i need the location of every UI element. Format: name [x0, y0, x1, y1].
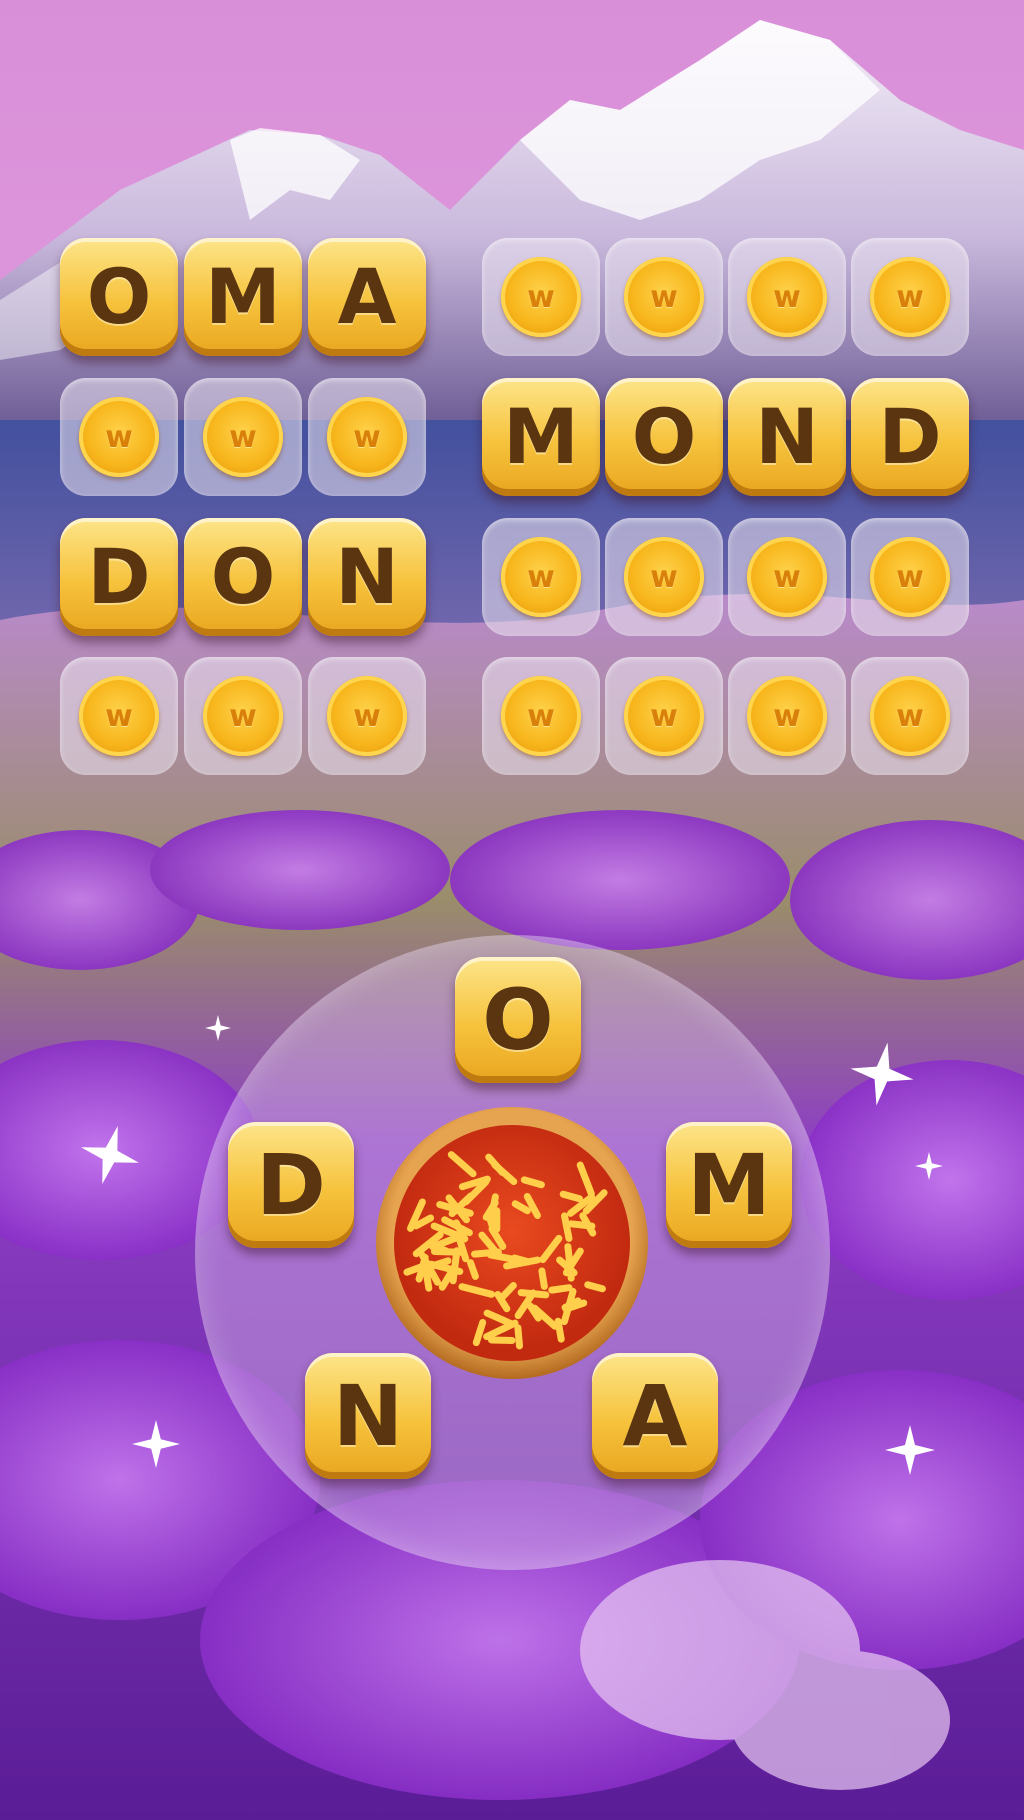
coin-icon: w [327, 676, 407, 756]
letter-tile: M [184, 238, 302, 356]
letter-tile: N [308, 518, 426, 636]
coin-icon: w [501, 537, 581, 617]
coin-label: w [650, 559, 678, 595]
coin-label: w [896, 559, 924, 595]
coin-icon: w [747, 537, 827, 617]
letter-tile: D [60, 518, 178, 636]
hidden-letter-slot: w [482, 657, 600, 775]
wheel-letter-label: D [256, 1136, 326, 1234]
coin-icon: w [870, 537, 950, 617]
sparkle-icon [132, 1420, 180, 1468]
wheel-letter-a[interactable]: A [592, 1353, 718, 1479]
coin-label: w [229, 419, 257, 455]
wheel-letter-n[interactable]: N [305, 1353, 431, 1479]
letter-tile: O [184, 518, 302, 636]
wheel-letter-label: O [482, 971, 554, 1069]
coin-label: w [527, 698, 555, 734]
tile-letter: D [878, 392, 942, 481]
tile-letter: A [337, 252, 397, 341]
letter-tile: A [308, 238, 426, 356]
letter-tile: O [60, 238, 178, 356]
coin-label: w [773, 559, 801, 595]
hidden-letter-slot: w [728, 238, 846, 356]
letter-tile: D [851, 378, 969, 496]
sparkle-icon [850, 1042, 914, 1106]
coin-label: w [527, 279, 555, 315]
letter-tile: O [605, 378, 723, 496]
letter-tile: M [482, 378, 600, 496]
hidden-letter-slot: w [851, 238, 969, 356]
coin-label: w [353, 419, 381, 455]
hidden-letter-slot: w [184, 378, 302, 496]
coin-icon: w [747, 257, 827, 337]
coin-icon: w [501, 257, 581, 337]
hidden-letter-slot: w [851, 657, 969, 775]
coin-icon: w [624, 257, 704, 337]
coin-label: w [105, 698, 133, 734]
coin-label: w [650, 279, 678, 315]
hidden-letter-slot: w [60, 657, 178, 775]
coin-label: w [650, 698, 678, 734]
hidden-letter-slot: w [308, 378, 426, 496]
wheel-letter-label: M [687, 1136, 771, 1234]
wheel-letter-d[interactable]: D [228, 1122, 354, 1248]
coin-icon: w [624, 537, 704, 617]
hidden-letter-slot: w [605, 518, 723, 636]
tile-letter: N [755, 392, 819, 481]
coin-label: w [773, 698, 801, 734]
coin-label: w [896, 279, 924, 315]
coin-label: w [229, 698, 257, 734]
coin-icon: w [203, 397, 283, 477]
coin-icon: w [870, 257, 950, 337]
hidden-letter-slot: w [605, 657, 723, 775]
hidden-letter-slot: w [728, 518, 846, 636]
tile-letter: M [205, 252, 281, 341]
tile-letter: O [631, 392, 697, 481]
coin-label: w [773, 279, 801, 315]
tile-letter: O [210, 532, 276, 621]
tile-letter: N [335, 532, 399, 621]
coin-icon: w [624, 676, 704, 756]
sparkle-icon [205, 1015, 231, 1041]
wheel-letter-label: A [622, 1367, 688, 1465]
coin-label: w [105, 419, 133, 455]
coin-label: w [527, 559, 555, 595]
coin-icon: w [79, 676, 159, 756]
hidden-letter-slot: w [184, 657, 302, 775]
hidden-letter-slot: w [728, 657, 846, 775]
tile-letter: D [87, 532, 151, 621]
letter-tile: N [728, 378, 846, 496]
pizza-icon[interactable] [372, 1103, 652, 1383]
sparkle-icon [81, 1126, 139, 1184]
sparkle-icon [885, 1425, 935, 1475]
tile-letter: M [503, 392, 579, 481]
wheel-letter-o[interactable]: O [455, 957, 581, 1083]
coin-icon: w [203, 676, 283, 756]
coin-icon: w [79, 397, 159, 477]
coin-icon: w [327, 397, 407, 477]
coin-icon: w [870, 676, 950, 756]
hidden-letter-slot: w [851, 518, 969, 636]
hidden-letter-slot: w [482, 518, 600, 636]
hidden-letter-slot: w [605, 238, 723, 356]
wheel-letter-label: N [332, 1367, 404, 1465]
coin-label: w [353, 698, 381, 734]
hidden-letter-slot: w [308, 657, 426, 775]
tile-letter: O [86, 252, 152, 341]
sparkle-icon [915, 1152, 943, 1180]
coin-icon: w [501, 676, 581, 756]
hidden-letter-slot: w [482, 238, 600, 356]
wheel-letter-m[interactable]: M [666, 1122, 792, 1248]
coin-icon: w [747, 676, 827, 756]
hidden-letter-slot: w [60, 378, 178, 496]
coin-label: w [896, 698, 924, 734]
